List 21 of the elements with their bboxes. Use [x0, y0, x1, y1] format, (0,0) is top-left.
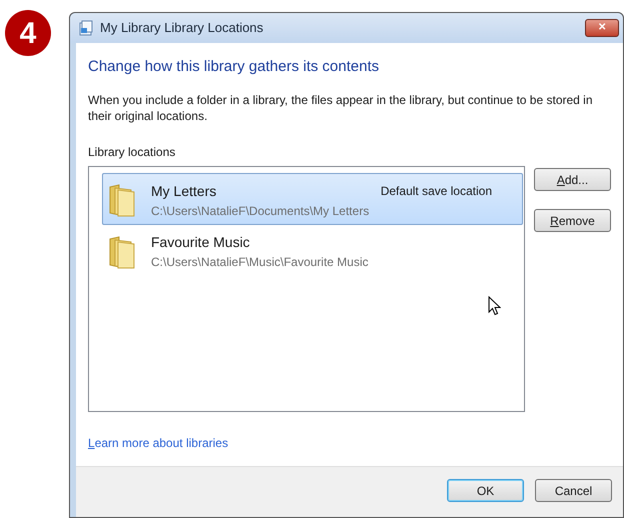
- side-button[interactable]: Add...: [534, 168, 611, 191]
- library-icon: [78, 20, 94, 36]
- dialog-heading: Change how this library gathers its contents: [88, 56, 380, 76]
- folder-path: C:\Users\NatalieF\Music\Favourite Music: [151, 254, 368, 271]
- location-item[interactable]: Favourite Music C:\Users\NatalieF\Music\Favourite Music: [102, 225, 523, 277]
- section-label: Library locations: [88, 144, 176, 161]
- description-text: When you include a folder in a library, the files appear in the library, but continue to be stored in their original locations.: [88, 92, 594, 124]
- window-title: My Library Library Locations: [100, 19, 264, 37]
- default-location-note: Default save location: [380, 183, 492, 200]
- location-item[interactable]: My Letters Default save location C:\Users\NatalieF\Documents\My Letters: [102, 173, 523, 225]
- help-link[interactable]: Learn more about libraries: [88, 434, 228, 452]
- dialog-button[interactable]: Cancel: [535, 479, 612, 502]
- folder-path: C:\Users\NatalieF\Documents\My Letters: [151, 203, 370, 220]
- pointer-cursor-icon: [488, 296, 501, 316]
- dialog-button[interactable]: OK: [447, 479, 524, 502]
- side-button[interactable]: Remove: [534, 209, 611, 232]
- folder-icon: [107, 182, 137, 218]
- folder-icon: [107, 234, 137, 270]
- folder-name: Favourite Music: [151, 234, 250, 251]
- folder-name: My Letters: [151, 183, 216, 200]
- step-badge: 4: [5, 10, 51, 56]
